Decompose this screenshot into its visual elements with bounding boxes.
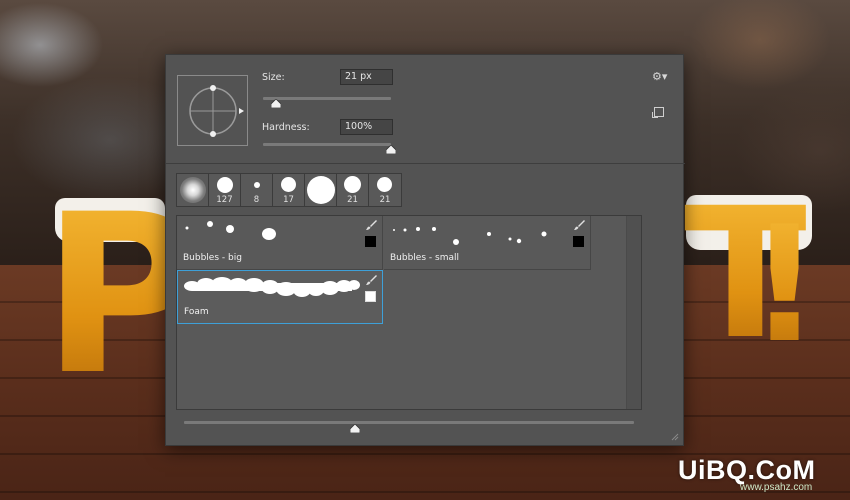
- brush-angle-widget[interactable]: [178, 76, 249, 147]
- brush-tip-number: 8: [253, 195, 260, 205]
- size-slider-track[interactable]: [263, 97, 391, 100]
- gear-icon[interactable]: ⚙▾: [652, 71, 668, 83]
- brush-tip-127[interactable]: 127: [209, 174, 241, 206]
- brush-tip-number: 21: [347, 195, 358, 205]
- brush-tip-8[interactable]: 8: [241, 174, 273, 206]
- brush-tips-row: 127 8 17 21 21: [176, 173, 402, 207]
- thumbnail-size-slider-thumb[interactable]: [350, 424, 360, 433]
- watermark-sub-text: www.psahz.com: [740, 482, 813, 493]
- preset-grid-scrollbar[interactable]: [626, 216, 641, 409]
- size-slider-thumb[interactable]: [270, 99, 281, 108]
- bubbles-small-stroke-preview: [393, 227, 547, 245]
- beer-exclamation: !: [748, 191, 821, 378]
- preset-color-swatch: [365, 291, 376, 302]
- brush-icon: [366, 220, 377, 230]
- watermark: UiBQ.CoM www.psahz.com: [678, 455, 848, 495]
- hardness-slider-thumb[interactable]: [386, 145, 396, 154]
- foam-stroke-preview: [184, 277, 360, 297]
- brush-tip-number: 17: [283, 195, 294, 205]
- brush-icon: [574, 220, 585, 230]
- hardness-label: Hardness:: [262, 122, 310, 133]
- brush-tip-17[interactable]: 17: [273, 174, 305, 206]
- brush-preset-panel: Size: 21 px Hardness: 100% ⚙▾ 127 8 17 2…: [165, 54, 685, 446]
- thumbnail-size-slider-track[interactable]: [184, 421, 634, 424]
- size-input[interactable]: 21 px: [340, 69, 393, 85]
- resize-grip-icon[interactable]: [669, 431, 679, 441]
- preset-name: Bubbles - small: [390, 253, 459, 263]
- brush-tip-21b[interactable]: 21: [369, 174, 401, 206]
- brush-tip-large[interactable]: [305, 174, 337, 206]
- bubbles-big-stroke-preview: [185, 221, 276, 240]
- preset-bubbles-small[interactable]: Bubbles - small: [384, 216, 591, 270]
- brush-tip-21[interactable]: 21: [337, 174, 369, 206]
- brush-tip-number: 127: [216, 195, 233, 205]
- preset-color-swatch: [573, 236, 584, 247]
- brush-preset-grid: Bubbles - big Bubbles - small Foam: [176, 215, 642, 410]
- brush-icon: [366, 275, 377, 285]
- size-label: Size:: [262, 72, 285, 83]
- preset-foam[interactable]: Foam: [177, 270, 383, 324]
- brush-tip-soft[interactable]: [177, 174, 209, 206]
- preset-bubbles-big[interactable]: Bubbles - big: [177, 216, 383, 270]
- brush-angle-preview[interactable]: [177, 75, 248, 146]
- new-preset-icon[interactable]: [652, 107, 664, 118]
- hardness-slider-track[interactable]: [263, 143, 391, 146]
- preset-name: Bubbles - big: [183, 253, 242, 263]
- hardness-input[interactable]: 100%: [340, 119, 393, 135]
- brush-tip-number: 21: [379, 195, 391, 205]
- preset-name: Foam: [184, 307, 209, 317]
- preset-color-swatch: [365, 236, 376, 247]
- panel-divider: [166, 163, 685, 164]
